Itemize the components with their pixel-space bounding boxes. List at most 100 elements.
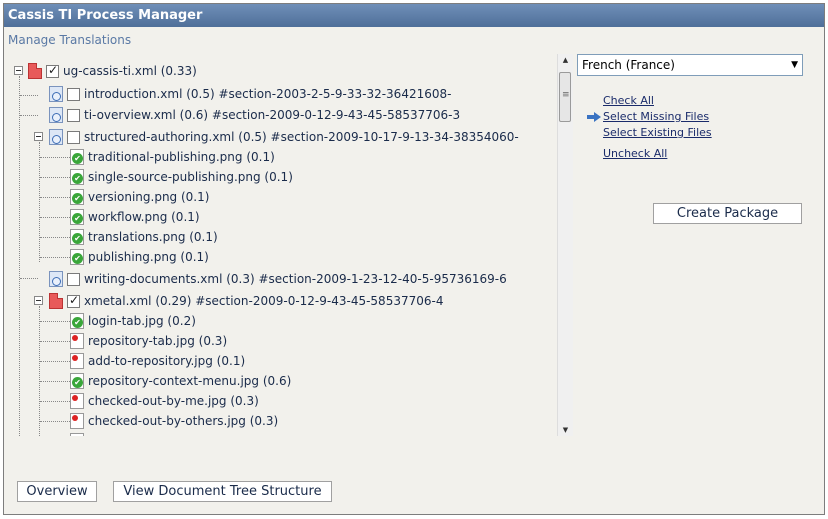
node-label: checked-out-by-others.jpg (0.3) (88, 414, 279, 428)
tree-node: versioning.png (0.1) (70, 187, 209, 207)
image-missing-icon (70, 353, 84, 369)
node-checkbox[interactable] (46, 63, 59, 78)
image-ok-icon (70, 169, 84, 185)
tree-connector (40, 257, 70, 258)
node-label: checked-out-by-me.jpg (0.3) (88, 394, 259, 408)
image-missing-icon (70, 333, 84, 349)
tree-node: publishing.png (0.1) (70, 247, 209, 267)
tree-node: checked-out-by-me.jpg (0.3) (70, 391, 259, 411)
tree-connector (40, 381, 70, 382)
tree-connector (40, 157, 70, 158)
tree-connector (20, 95, 38, 96)
node-label: workflow.png (0.1) (88, 210, 200, 224)
node-checkbox[interactable] (67, 87, 80, 101)
language-select[interactable]: French (France) ▼ (577, 54, 803, 76)
collapse-toggle[interactable] (34, 132, 43, 141)
image-ok-icon (70, 209, 84, 225)
collapse-toggle[interactable] (34, 296, 43, 305)
image-ok-icon (70, 229, 84, 245)
language-select-value: French (France) (582, 58, 675, 72)
tree-node-partial (70, 431, 88, 436)
image-ok-icon (70, 313, 84, 329)
document-icon (49, 86, 63, 102)
node-label: writing-documents.xml (0.3) #section-200… (84, 272, 507, 286)
tree-connector (40, 237, 70, 238)
tree-node: translations.png (0.1) (70, 227, 218, 247)
tree-connector (40, 341, 70, 342)
window-title: Cassis TI Process Manager (4, 4, 824, 27)
node-label: single-source-publishing.png (0.1) (88, 170, 293, 184)
node-checkbox[interactable] (67, 130, 80, 144)
uncheck-all-link[interactable]: Uncheck All (603, 147, 667, 160)
tree-connector (40, 321, 70, 322)
node-label: traditional-publishing.png (0.1) (88, 150, 275, 164)
image-missing-icon (70, 393, 84, 409)
right-arrow-icon (587, 112, 601, 122)
node-checkbox[interactable] (67, 293, 80, 308)
node-label: repository-context-menu.jpg (0.6) (88, 374, 292, 388)
node-label: repository-tab.jpg (0.3) (88, 334, 228, 348)
tree-connector (40, 177, 70, 178)
node-checkbox[interactable] (67, 108, 80, 122)
tree-node: add-to-repository.jpg (0.1) (70, 351, 245, 371)
document-icon (49, 129, 63, 145)
image-missing-icon (70, 413, 84, 429)
document-missing-icon (28, 63, 42, 79)
node-label: ti-overview.xml (0.6) #section-2009-0-12… (84, 108, 461, 122)
collapse-toggle[interactable] (14, 66, 23, 75)
image-ok-icon (70, 189, 84, 205)
tree-node: traditional-publishing.png (0.1) (70, 147, 275, 167)
tree-node: structured-authoring.xml (0.5) #section-… (49, 127, 519, 147)
overview-button[interactable]: Overview (17, 481, 97, 502)
chevron-down-icon: ▼ (791, 60, 798, 70)
page-subtitle: Manage Translations (8, 33, 132, 47)
tree-node: login-tab.jpg (0.2) (70, 311, 196, 331)
image-ok-icon (70, 149, 84, 165)
tree-node: repository-tab.jpg (0.3) (70, 331, 227, 351)
tree-connector (40, 421, 70, 422)
node-checkbox[interactable] (67, 272, 80, 286)
image-ok-icon (70, 433, 84, 436)
tree-connector (40, 401, 70, 402)
tree-node: checked-out-by-others.jpg (0.3) (70, 411, 278, 431)
tree-connector (40, 217, 70, 218)
app-window: Cassis TI Process Manager Manage Transla… (3, 3, 825, 515)
node-label: translations.png (0.1) (88, 230, 218, 244)
scroll-down-arrow-icon[interactable]: ▼ (558, 424, 573, 436)
document-icon (49, 107, 63, 123)
node-label: xmetal.xml (0.29) #section-2009-0-12-9-4… (84, 294, 444, 308)
create-package-button[interactable]: Create Package (653, 203, 802, 224)
tree-node: workflow.png (0.1) (70, 207, 200, 227)
node-label: login-tab.jpg (0.2) (88, 314, 196, 328)
image-ok-icon (70, 373, 84, 389)
tree-node: ti-overview.xml (0.6) #section-2009-0-12… (49, 105, 460, 125)
tree-node: ug-cassis-ti.xml (0.33) (28, 61, 197, 81)
document-missing-icon (49, 293, 63, 309)
tree-connector (20, 278, 38, 279)
view-document-tree-button[interactable]: View Document Tree Structure (113, 481, 332, 502)
tree-connector (40, 197, 70, 198)
tree-node: writing-documents.xml (0.3) #section-200… (49, 269, 507, 289)
select-missing-files-link[interactable]: Select Missing Files (603, 110, 709, 123)
tree-connector (20, 115, 38, 116)
document-tree: ug-cassis-ti.xml (0.33) introduction.xml… (6, 56, 572, 436)
tree-node: repository-context-menu.jpg (0.6) (70, 371, 291, 391)
node-label: ug-cassis-ti.xml (0.33) (63, 64, 197, 78)
scroll-thumb[interactable] (559, 72, 571, 122)
tree-node: xmetal.xml (0.29) #section-2009-0-12-9-4… (49, 291, 443, 311)
node-label: structured-authoring.xml (0.5) #section-… (84, 130, 519, 144)
node-label: add-to-repository.jpg (0.1) (88, 354, 246, 368)
tree-connector (39, 142, 40, 262)
tree-node: single-source-publishing.png (0.1) (70, 167, 293, 187)
node-label: publishing.png (0.1) (88, 250, 209, 264)
tree-node: introduction.xml (0.5) #section-2003-2-5… (49, 84, 451, 104)
tree-connector (39, 306, 40, 436)
tree-connector (19, 76, 20, 436)
check-all-link[interactable]: Check All (603, 94, 654, 107)
node-label: introduction.xml (0.5) #section-2003-2-5… (84, 87, 452, 101)
node-label: versioning.png (0.1) (88, 190, 210, 204)
image-ok-icon (70, 249, 84, 265)
scroll-up-arrow-icon[interactable]: ▲ (558, 54, 573, 66)
select-existing-files-link[interactable]: Select Existing Files (603, 126, 712, 139)
tree-scrollbar[interactable]: ▲ ▼ (557, 54, 573, 436)
